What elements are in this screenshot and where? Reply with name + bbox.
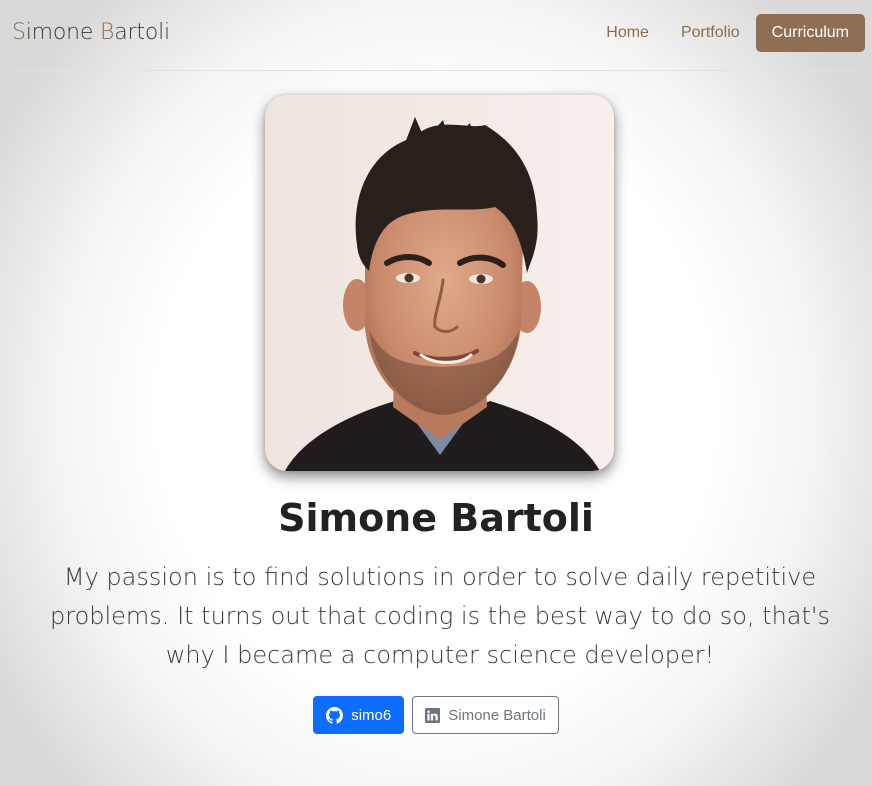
linkedin-icon [425,707,441,723]
github-icon [326,706,344,724]
nav-portfolio-link[interactable]: Portfolio [665,14,756,52]
social-buttons: simo6 Simone Bartoli [0,696,872,734]
nav-links: Home Portfolio Curriculum [590,14,865,52]
nav-home-link[interactable]: Home [590,14,665,52]
navbar-divider [12,70,860,71]
linkedin-button[interactable]: Simone Bartoli [412,696,559,734]
profile-bio: My passion is to find solutions in order… [50,563,830,669]
brand-logo[interactable]: Simone Bartoli [12,20,170,45]
brand-initial-first: S [12,20,26,45]
brand-text-first: imone [25,20,101,45]
nav-curriculum-link[interactable]: Curriculum [755,14,865,52]
brand-initial-last: B [100,20,115,45]
profile-photo [265,95,614,471]
brand-text-last: artoli [114,20,170,45]
linkedin-label: Simone Bartoli [448,706,546,724]
profile-name: Simone Bartoli [278,496,594,540]
github-label: simo6 [351,706,392,724]
github-button[interactable]: simo6 [313,696,405,734]
navbar: Simone Bartoli Home Portfolio Curriculum [0,0,872,70]
